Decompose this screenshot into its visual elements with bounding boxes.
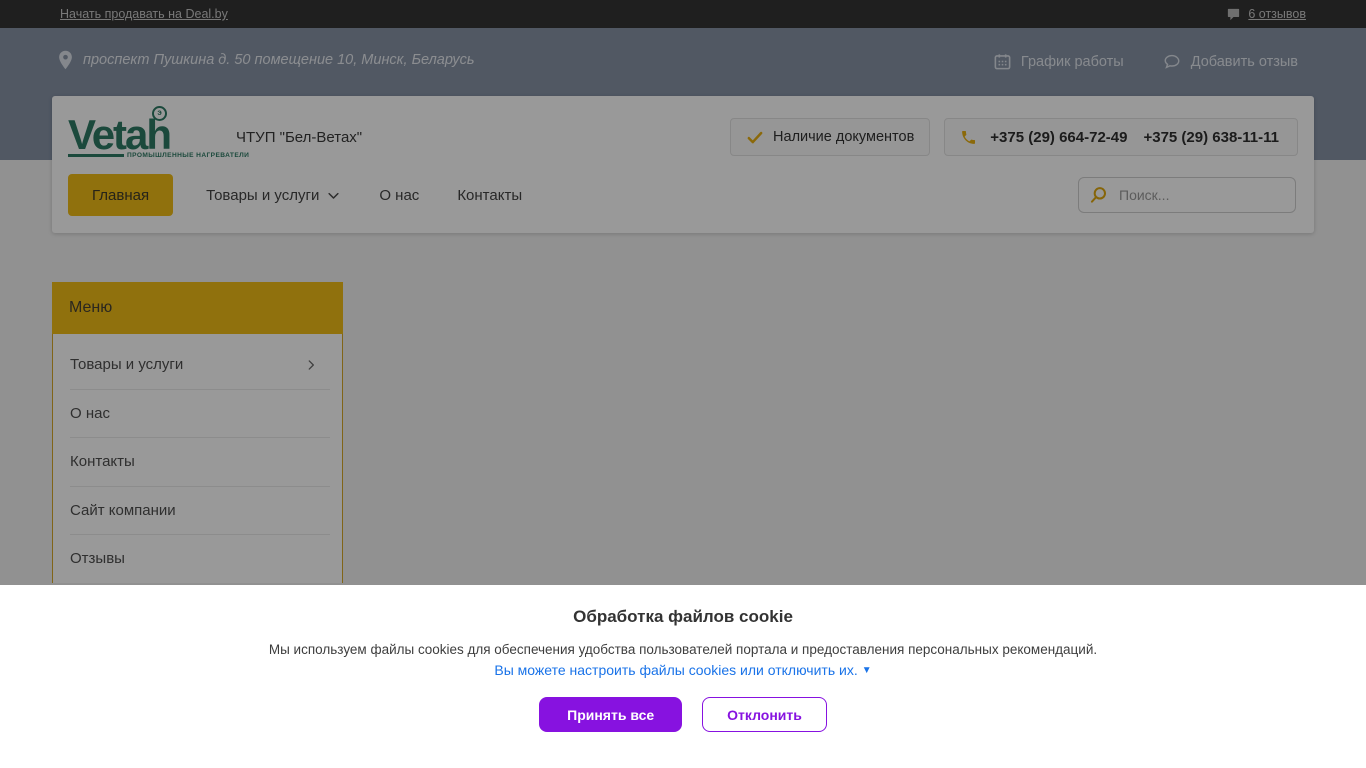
cookie-settings-link[interactable]: Вы можете настроить файлы cookies или от… — [494, 662, 871, 678]
cookie-title: Обработка файлов cookie — [573, 607, 793, 626]
cookie-settings-label: Вы можете настроить файлы cookies или от… — [494, 662, 858, 678]
cookie-message: Мы используем файлы cookies для обеспече… — [268, 642, 1098, 657]
cookie-consent-banner: Обработка файлов cookie Мы используем фа… — [0, 585, 1366, 768]
triangle-down-icon: ▼ — [861, 664, 872, 676]
cookie-buttons-row: Принять все Отклонить — [0, 697, 1366, 732]
accept-all-button[interactable]: Принять все — [539, 697, 683, 732]
decline-button[interactable]: Отклонить — [702, 697, 827, 732]
